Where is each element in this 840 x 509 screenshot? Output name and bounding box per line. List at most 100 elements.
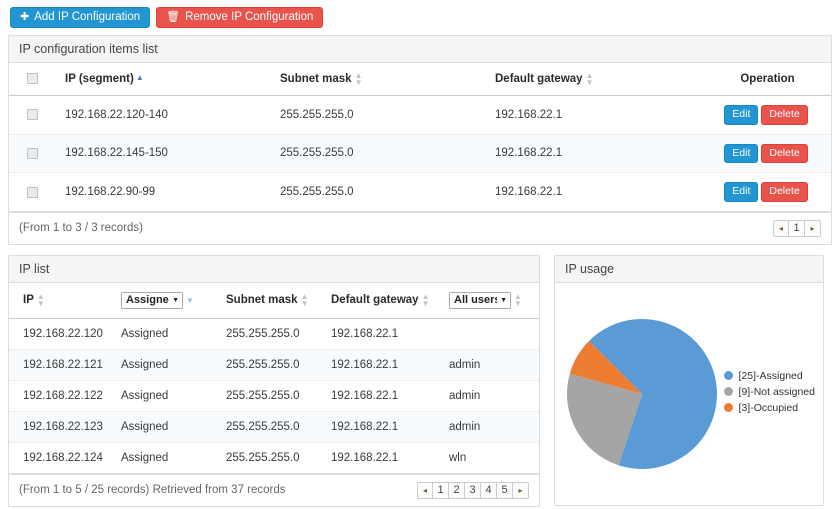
remove-ip-configuration-button[interactable]: 🗑 Remove IP Configuration xyxy=(156,7,324,28)
sort-both-icon: ▲ ▼ xyxy=(36,292,45,309)
table-row: 192.168.22.90-99 255.255.255.0 192.168.2… xyxy=(9,172,831,212)
legend-item: [25]-Assigned xyxy=(723,370,815,382)
row-checkbox-cell xyxy=(9,134,59,174)
column-ip-segment[interactable]: IP (segment) ▲ xyxy=(59,63,274,96)
table-row: 192.168.22.123 Assigned 255.255.255.0 19… xyxy=(9,411,539,443)
sort-both-icon: ▲ ▼ xyxy=(421,292,430,309)
table-header-row: IP▲▼ Assigned ▼ ▼ Subnet mask▲▼ xyxy=(9,282,539,319)
cell-ip: 192.168.22.123 xyxy=(9,411,115,443)
cell-default-gateway: 192.168.22.1 xyxy=(489,172,704,212)
edit-button[interactable]: Edit xyxy=(724,143,759,164)
ip-configuration-record-count: (From 1 to 3 / 3 records) xyxy=(19,222,143,235)
cell-default-gateway: 192.168.22.1 xyxy=(325,442,443,474)
cell-default-gateway: 192.168.22.1 xyxy=(489,95,704,135)
cell-subnet-mask: 255.255.255.0 xyxy=(274,134,489,174)
cell-user: admin xyxy=(443,380,539,412)
pie-chart xyxy=(563,318,722,470)
cell-status: Assigned xyxy=(115,349,220,381)
cell-subnet-mask: 255.255.255.0 xyxy=(220,318,325,350)
cell-subnet-mask: 255.255.255.0 xyxy=(220,442,325,474)
sort-both-icon: ▲ ▼ xyxy=(354,71,363,87)
delete-button[interactable]: Delete xyxy=(761,105,808,125)
cell-subnet-mask: 255.255.255.0 xyxy=(220,411,325,443)
ip-configuration-panel-title: IP configuration items list xyxy=(9,36,831,63)
ip-configuration-table-body: 192.168.22.120-140 255.255.255.0 192.168… xyxy=(9,95,831,212)
cell-default-gateway: 192.168.22.1 xyxy=(325,380,443,412)
column-subnet-mask[interactable]: Subnet mask ▲ ▼ xyxy=(220,282,325,319)
legend-swatch-assigned xyxy=(723,371,733,381)
legend-item: [9]-Not assigned xyxy=(723,386,815,398)
pagination-page-2[interactable]: 2 xyxy=(449,481,465,499)
chevron-down-icon: ▼ xyxy=(500,296,507,304)
edit-button[interactable]: Edit xyxy=(724,105,759,125)
column-subnet-mask-label: Subnet mask xyxy=(226,294,298,307)
legend-item: [3]-Occupied xyxy=(723,402,815,414)
column-subnet-mask[interactable]: Subnet mask ▲ ▼ xyxy=(274,63,489,96)
cell-ip: 192.168.22.120 xyxy=(9,318,115,350)
user-filter-value: All users xyxy=(454,294,498,307)
pagination-page-5[interactable]: 5 xyxy=(497,481,513,499)
delete-button[interactable]: Delete xyxy=(761,143,808,164)
ip-usage-panel-title: IP usage xyxy=(555,255,823,283)
pagination-page-4[interactable]: 4 xyxy=(481,481,497,499)
sort-both-icon: ▲ ▼ xyxy=(300,292,309,309)
bottom-section: IP list IP▲▼ Assigned ▼ xyxy=(8,254,832,507)
table-row: 192.168.22.124 Assigned 255.255.255.0 19… xyxy=(9,442,539,474)
sort-both-icon[interactable]: ▲ ▼ xyxy=(514,293,522,308)
ip-configuration-table-head: IP (segment) ▲ Subnet mask ▲ ▼ Default gate… xyxy=(9,63,831,96)
cell-default-gateway: 192.168.22.1 xyxy=(489,134,704,174)
column-operation: Operation xyxy=(704,63,831,96)
cell-user: admin xyxy=(443,411,539,443)
cell-status: Assigned xyxy=(115,411,220,443)
row-checkbox[interactable] xyxy=(27,147,38,159)
column-ip-label: IP xyxy=(23,294,34,307)
pagination-prev[interactable]: ◂ xyxy=(417,481,433,499)
ip-list-table: IP▲▼ Assigned ▼ ▼ Subnet mask▲▼ xyxy=(9,282,539,474)
toolbar: ✚ Add IP Configuration 🗑 Remove IP Confi… xyxy=(10,7,832,29)
column-subnet-mask-label: Subnet mask xyxy=(280,73,352,86)
pagination-page-3[interactable]: 3 xyxy=(465,481,481,499)
column-default-gateway[interactable]: Default gateway ▲ ▼ xyxy=(325,282,443,319)
sort-ascending-icon: ▲ xyxy=(135,73,144,82)
column-default-gateway-label: Default gateway xyxy=(495,73,583,86)
user-filter-select[interactable]: All users ▼ xyxy=(449,291,511,309)
pagination-page-1[interactable]: 1 xyxy=(789,219,805,237)
select-all-checkbox[interactable] xyxy=(27,73,38,85)
cell-status: Assigned xyxy=(115,318,220,350)
ip-configuration-panel: IP configuration items list IP (segment)… xyxy=(8,35,832,245)
select-all-header xyxy=(9,63,59,96)
cell-ip: 192.168.22.122 xyxy=(9,380,115,412)
pagination-page-1[interactable]: 1 xyxy=(433,481,449,499)
pagination-next[interactable]: ▸ xyxy=(805,219,821,237)
pagination-next[interactable]: ▸ xyxy=(513,481,529,499)
table-header-row: IP (segment) ▲ Subnet mask ▲ ▼ Default gate… xyxy=(9,63,831,96)
status-filter-select[interactable]: Assigned ▼ xyxy=(121,291,183,309)
ip-list-panel-body: IP▲▼ Assigned ▼ ▼ Subnet mask▲▼ xyxy=(9,282,539,506)
cell-default-gateway: 192.168.22.1 xyxy=(325,318,443,350)
pagination-prev[interactable]: ◂ xyxy=(773,219,789,237)
table-row: 192.168.22.145-150 255.255.255.0 192.168… xyxy=(9,134,831,174)
column-ip[interactable]: IP ▲ ▼ xyxy=(9,282,115,319)
cell-subnet-mask: 255.255.255.0 xyxy=(220,349,325,381)
cell-status: Assigned xyxy=(115,380,220,412)
table-row: 192.168.22.120-140 255.255.255.0 192.168… xyxy=(9,95,831,135)
column-ip-segment-label: IP (segment) xyxy=(65,73,134,85)
cell-ip-segment: 192.168.22.145-150 xyxy=(59,134,274,174)
add-ip-configuration-button[interactable]: ✚ Add IP Configuration xyxy=(10,7,151,28)
chevron-down-icon: ▼ xyxy=(172,296,179,304)
cell-operation: Edit Delete xyxy=(704,95,831,135)
cell-ip-segment: 192.168.22.90-99 xyxy=(59,172,274,212)
row-checkbox[interactable] xyxy=(27,186,38,198)
cell-subnet-mask: 255.255.255.0 xyxy=(274,172,489,212)
edit-button[interactable]: Edit xyxy=(724,182,759,202)
sort-both-icon[interactable]: ▼ xyxy=(186,296,194,304)
delete-button[interactable]: Delete xyxy=(761,182,808,202)
ip-usage-panel: IP usage [25]-Assigned [9]-Not assigned … xyxy=(554,254,824,506)
cell-user: admin xyxy=(443,349,539,381)
ip-configuration-pagination: ◂ 1 ▸ xyxy=(773,219,821,237)
row-checkbox[interactable] xyxy=(27,109,38,121)
status-filter-value: Assigned xyxy=(126,294,169,307)
ip-list-pagination: ◂ 1 2 3 4 5 ▸ xyxy=(417,481,529,499)
column-default-gateway[interactable]: Default gateway ▲ ▼ xyxy=(489,63,704,96)
row-checkbox-cell xyxy=(9,172,59,212)
